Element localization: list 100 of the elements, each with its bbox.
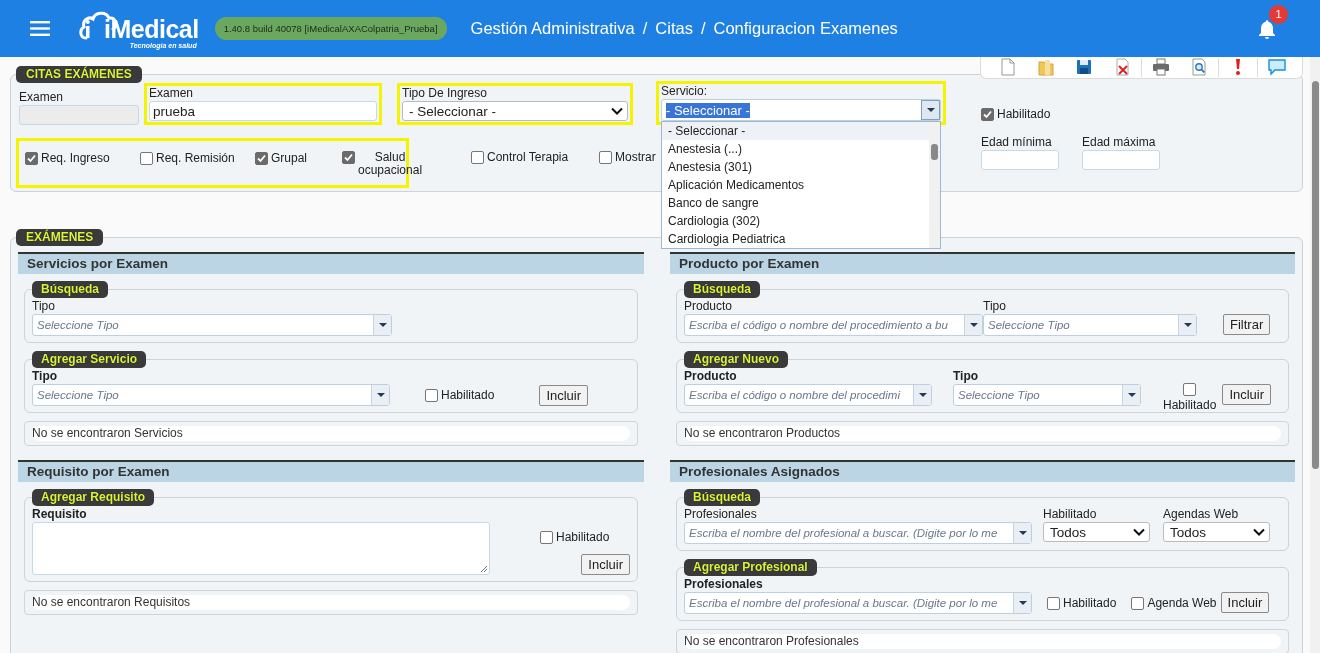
combo-field[interactable]: Escriba el nombre del profesional a buscar. (Digite por lo me <box>684 522 1032 544</box>
breadcrumb-item[interactable]: Citas <box>655 19 693 38</box>
save-icon[interactable] <box>1074 57 1094 77</box>
field-label: Servicio: <box>661 84 708 99</box>
print-icon[interactable] <box>1151 57 1171 77</box>
option-item[interactable]: Anestesia (...) <box>662 140 929 158</box>
option-item[interactable]: Cardiologia Pediatrica <box>662 230 929 248</box>
fieldset-legend: Búsqueda <box>684 281 760 298</box>
combo-field[interactable]: Escriba el código o nombre del procedimi <box>684 384 932 406</box>
checkbox[interactable] <box>255 151 268 165</box>
dropdown-button[interactable] <box>1013 593 1031 613</box>
select-field[interactable]: Todos <box>1163 522 1270 542</box>
fieldset-legend: Agregar Profesional <box>684 559 817 576</box>
dropdown-button[interactable] <box>1013 523 1031 543</box>
checkbox-label: Mostrar <box>615 150 656 164</box>
field-label: Producto <box>684 369 738 384</box>
field-label: Profesionales <box>684 577 764 592</box>
combo-field[interactable]: Seleccione Tipo <box>953 384 1141 406</box>
checkbox-label: Agenda Web <box>1147 596 1217 610</box>
caret-icon <box>1018 601 1027 605</box>
field-label: Tipo <box>32 299 56 314</box>
action-button[interactable]: Incluir <box>581 554 630 575</box>
text-field[interactable] <box>1082 150 1160 170</box>
text-field[interactable] <box>981 150 1059 170</box>
combo-field[interactable]: Seleccione Tipo <box>983 314 1197 336</box>
checkbox[interactable] <box>1047 596 1060 610</box>
caret-icon <box>926 108 935 112</box>
bell-icon[interactable] <box>1258 18 1276 39</box>
breadcrumb-separator: / <box>642 19 648 38</box>
document-search-icon[interactable] <box>1189 57 1209 77</box>
checkbox[interactable] <box>342 151 355 164</box>
section-header: Producto por Examen <box>670 252 1295 274</box>
caret-icon <box>918 393 927 397</box>
option-item[interactable]: Anestesia (301) <box>662 158 929 176</box>
caret-icon <box>1127 393 1136 397</box>
caret-icon <box>1018 531 1027 535</box>
breadcrumb-separator: / <box>700 19 706 38</box>
option-item[interactable]: - Seleccionar - <box>662 122 929 140</box>
checkbox[interactable] <box>1183 383 1197 396</box>
checkbox[interactable] <box>540 530 553 544</box>
combo-field[interactable]: Seleccione Tipo <box>32 384 390 406</box>
action-button[interactable]: Incluir <box>1222 384 1272 405</box>
dropdown-button[interactable] <box>913 385 931 405</box>
breadcrumb-item[interactable]: Gestión Administrativa <box>470 19 635 38</box>
checkbox-label: Habilitado <box>556 530 610 544</box>
option-item[interactable]: Aplicación Medicamentos <box>662 176 929 194</box>
dropdown-button[interactable] <box>1178 315 1196 335</box>
select-field[interactable]: - Seleccionar - <box>402 101 628 121</box>
option-item[interactable]: Cardiologia (302) <box>662 212 929 230</box>
field-label: Producto <box>684 299 734 314</box>
combo-field[interactable]: Escriba el nombre del profesional a buscar. (Digite por lo me <box>684 592 1032 614</box>
field-label: Edad máxima <box>1082 135 1157 150</box>
field-label: Agendas Web <box>1163 507 1240 522</box>
field-label: Profesionales <box>684 507 758 522</box>
checkbox[interactable] <box>471 150 484 164</box>
dropdown-button[interactable] <box>921 100 940 120</box>
checkbox-label: Habilitado <box>1163 398 1217 412</box>
checkmark-icon <box>343 152 354 163</box>
checkbox[interactable] <box>425 388 438 402</box>
notification-badge: 1 <box>1269 4 1288 24</box>
select-field[interactable]: Todos <box>1043 522 1150 542</box>
action-button[interactable]: Incluir <box>1220 592 1270 613</box>
action-button[interactable]: Incluir <box>539 385 589 406</box>
breadcrumb-item[interactable]: Configuracion Examenes <box>713 19 898 38</box>
field-label: Tipo <box>953 369 980 384</box>
caret-icon <box>378 323 387 327</box>
checkbox[interactable] <box>25 151 38 165</box>
dropdown-button[interactable] <box>1122 385 1140 405</box>
checkbox-label: Habilitado <box>1063 596 1117 610</box>
field-label: Tipo <box>32 369 59 384</box>
fieldset-legend: Agregar Servicio <box>32 351 147 368</box>
checkbox[interactable] <box>1131 596 1145 610</box>
checkmark-icon <box>26 152 37 164</box>
dropdown-button[interactable] <box>964 315 982 335</box>
dropdown-button[interactable] <box>371 385 389 405</box>
dropdown-button[interactable] <box>373 315 391 335</box>
fieldset-legend: Búsqueda <box>32 281 108 298</box>
field-label: Edad mínima <box>981 135 1053 150</box>
combo-field[interactable]: Seleccione Tipo <box>32 314 392 336</box>
checkbox[interactable] <box>140 151 153 165</box>
checkbox[interactable] <box>981 107 994 121</box>
field-label: Tipo De Ingreso <box>402 86 488 101</box>
section-header: Profesionales Asignados <box>670 460 1295 482</box>
result-message: No se encontraron Requisitos <box>24 590 638 615</box>
menu-icon[interactable] <box>30 21 50 36</box>
text-field[interactable]: prueba <box>149 101 377 121</box>
chevron-icon <box>611 107 623 115</box>
action-button[interactable]: Filtrar <box>1223 314 1271 335</box>
fieldset-legend: Búsqueda <box>684 489 760 506</box>
field-label: Tipo <box>983 299 1007 314</box>
chat-icon[interactable] <box>1267 57 1287 77</box>
option-item[interactable]: Banco de sangre <box>662 194 929 212</box>
checkbox[interactable] <box>599 150 612 164</box>
checkbox-label: Grupal <box>271 151 308 165</box>
checkmark-icon <box>982 108 993 120</box>
checkbox-label: Req. Remisión <box>156 151 235 165</box>
checkbox-label: Habilitado <box>997 107 1051 121</box>
version-badge: 1.40.8 build 40078 [iMedicalAXAColpatria_Prueba] <box>214 17 447 40</box>
chevron-icon <box>1253 528 1265 536</box>
combo-field[interactable]: Escriba el código o nombre del procedimiento a bu <box>684 314 983 336</box>
